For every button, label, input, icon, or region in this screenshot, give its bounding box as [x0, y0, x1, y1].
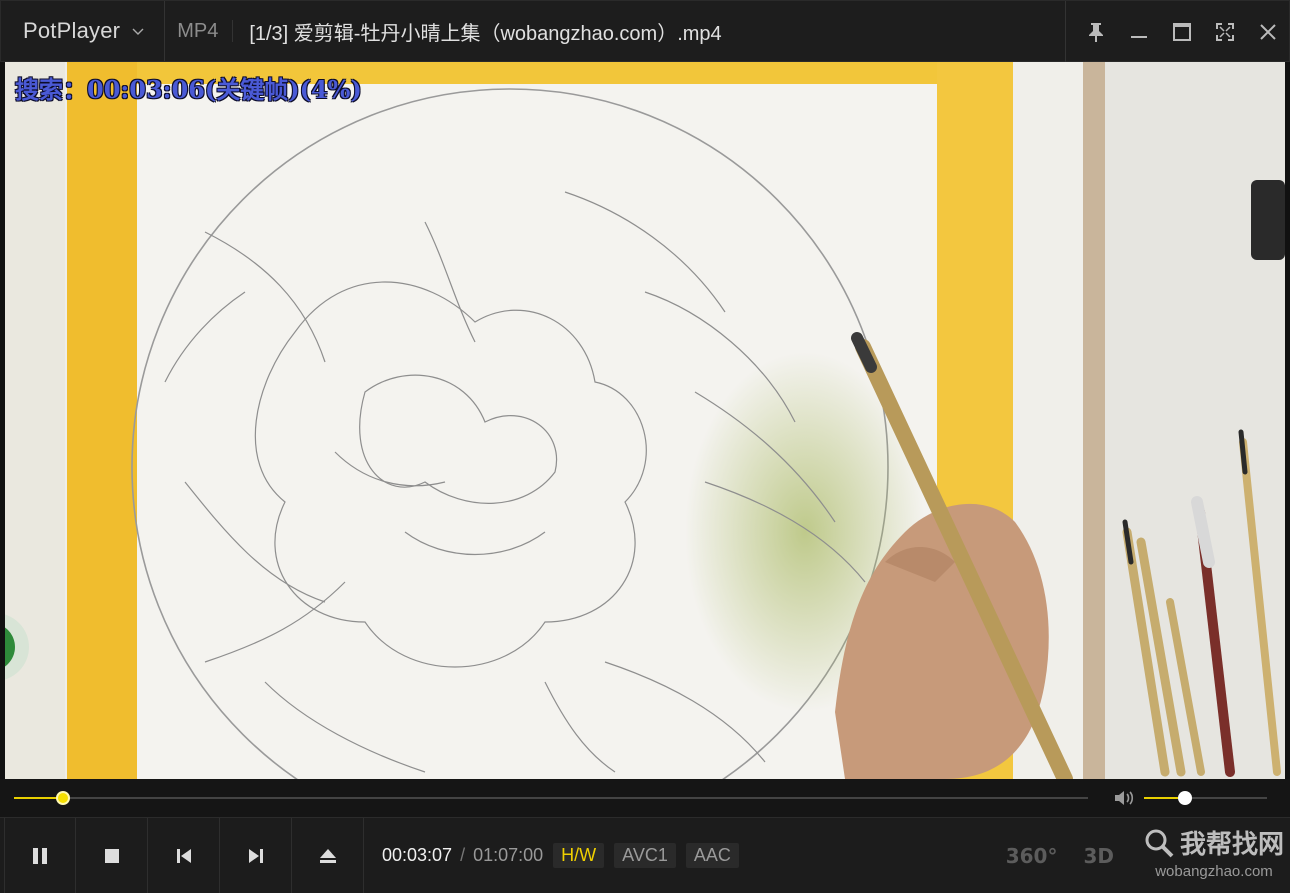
- volume-handle[interactable]: [1177, 791, 1192, 805]
- fullscreen-button[interactable]: [1203, 1, 1246, 63]
- pin-icon: [1088, 23, 1103, 42]
- audio-codec-badge[interactable]: AAC: [685, 843, 739, 868]
- video-codec-badge[interactable]: AVC1: [614, 843, 676, 868]
- next-button[interactable]: [220, 817, 292, 893]
- title-bar: PotPlayer MP4 [1/3] 爱剪辑-牡丹小晴上集（wobangzha…: [0, 0, 1290, 63]
- seek-handle[interactable]: [56, 791, 71, 805]
- seek-row: [0, 779, 1290, 817]
- duration-time: 01:07:00: [473, 845, 544, 865]
- window-title: [1/3] 爱剪辑-牡丹小晴上集（wobangzhao.com）.mp4: [249, 22, 722, 45]
- pause-icon: [33, 847, 47, 864]
- current-time: 00:03:07: [382, 845, 453, 865]
- fullscreen-icon: [1215, 23, 1234, 41]
- control-bar: 00:03:07 / 01:07:00 H/W AVC1 AAC 360° 3D…: [0, 817, 1290, 893]
- close-icon: [1259, 24, 1276, 40]
- time-separator: /: [460, 845, 466, 865]
- app-menu-button[interactable]: PotPlayer: [1, 1, 166, 61]
- stop-icon: [104, 848, 119, 863]
- skip-previous-icon: [176, 848, 191, 863]
- minimize-button[interactable]: [1117, 1, 1160, 63]
- close-button[interactable]: [1246, 1, 1289, 63]
- format-label: MP4: [165, 20, 234, 42]
- time-display: 00:03:07 / 01:07:00 H/W AVC1 AAC: [382, 843, 739, 868]
- vr-360-button[interactable]: 360°: [1006, 844, 1058, 868]
- watermark-url: wobangzhao.com: [1155, 863, 1273, 880]
- maximize-button[interactable]: [1160, 1, 1203, 63]
- seek-osd: 搜索：00:03:06(关键帧)(4%): [15, 75, 362, 104]
- minimize-icon: [1130, 36, 1147, 38]
- pause-button[interactable]: [4, 817, 76, 893]
- video-frame-image: [5, 62, 1285, 779]
- watermark: 我帮找网 wobangzhao.com: [1144, 824, 1284, 880]
- magnifier-icon: [1145, 829, 1174, 857]
- volume-icon[interactable]: [1112, 787, 1134, 809]
- hw-decoding-badge[interactable]: H/W: [553, 843, 605, 868]
- stop-button[interactable]: [76, 817, 148, 893]
- 3d-button[interactable]: 3D: [1083, 844, 1114, 868]
- maximize-icon: [1172, 23, 1191, 41]
- watermark-text: 我帮找网: [1179, 829, 1284, 859]
- watermark-area: 我帮找网 wobangzhao.com: [1140, 818, 1290, 893]
- previous-button[interactable]: [148, 817, 220, 893]
- window-controls: [1065, 1, 1289, 63]
- video-area[interactable]: 搜索：00:03:06(关键帧)(4%): [5, 62, 1285, 779]
- volume-slider[interactable]: [1144, 791, 1267, 805]
- seek-bar[interactable]: [14, 791, 1088, 805]
- right-tools: 360° 3D 我帮找网 wobangzhao.com: [1006, 818, 1290, 893]
- open-file-button[interactable]: [292, 817, 364, 893]
- skip-next-icon: [248, 848, 263, 863]
- eject-icon: [319, 848, 336, 863]
- app-name: PotPlayer: [23, 18, 121, 43]
- pin-button[interactable]: [1074, 1, 1117, 63]
- chevron-down-icon: [132, 28, 144, 35]
